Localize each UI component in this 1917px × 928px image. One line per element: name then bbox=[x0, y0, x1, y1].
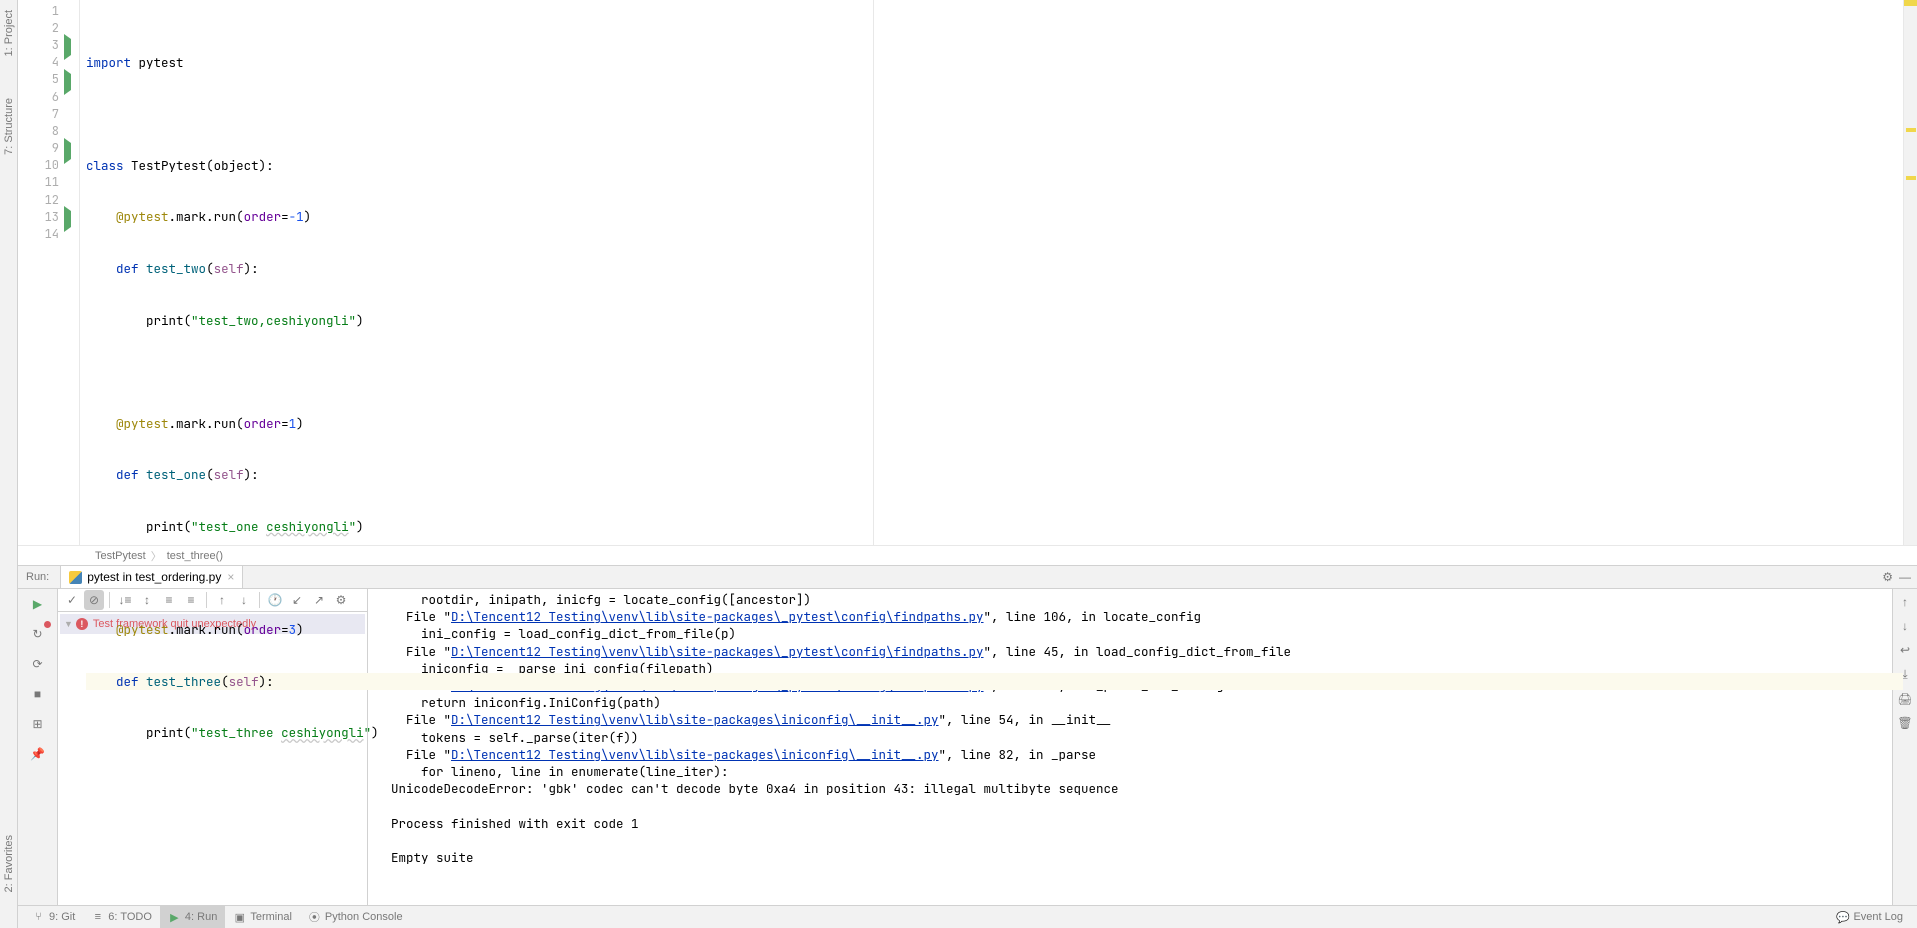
gutter-line[interactable]: 6 bbox=[18, 88, 79, 105]
run-gutter-icon[interactable] bbox=[64, 211, 75, 222]
gutter-line[interactable]: 5 bbox=[18, 71, 79, 88]
rerun-failed-button[interactable]: ↻ bbox=[27, 623, 49, 645]
sidebar-favorites-tab[interactable]: 2: Favorites bbox=[3, 829, 15, 898]
todo-icon: ≡ bbox=[91, 911, 104, 924]
pin-button[interactable]: 📌 bbox=[27, 743, 49, 765]
stop-button[interactable]: ■ bbox=[27, 683, 49, 705]
code-editor[interactable]: import pytest class TestPytest(object): … bbox=[80, 0, 1903, 545]
run-gutter-icon[interactable] bbox=[64, 39, 75, 50]
editor-scrollbar[interactable] bbox=[1903, 0, 1917, 545]
bottom-status-bar: ⑂ 9: Git ≡ 6: TODO ▶ 4: Run ▣ Terminal ⦿… bbox=[18, 905, 1917, 928]
run-gutter-icon[interactable] bbox=[64, 74, 75, 85]
run-gutter-icon[interactable] bbox=[64, 143, 75, 154]
editor-ruler bbox=[873, 0, 874, 545]
toggle-auto-test-button[interactable]: ⟳ bbox=[27, 653, 49, 675]
rerun-button[interactable]: ▶ bbox=[27, 593, 49, 615]
gutter-line[interactable]: 8 bbox=[18, 122, 79, 139]
editor-gutter[interactable]: 1 2 3 4 5 6 7 8 9 10 11 12 13 14 bbox=[18, 0, 80, 545]
chevron-down-icon[interactable]: ▼ bbox=[64, 619, 73, 629]
run-label: Run: bbox=[26, 571, 49, 583]
bottom-todo[interactable]: ≡ 6: TODO bbox=[83, 906, 160, 928]
sidebar-project-tab[interactable]: 1: Project bbox=[3, 4, 15, 62]
left-tool-sidebar: 1: Project 7: Structure 2: Favorites bbox=[0, 0, 18, 928]
layout-button[interactable]: ⊞ bbox=[27, 713, 49, 735]
bottom-event-log[interactable]: 💬 Event Log bbox=[1828, 911, 1911, 924]
python-icon: ⦿ bbox=[308, 911, 321, 924]
play-icon: ▶ bbox=[168, 911, 181, 924]
bottom-run[interactable]: ▶ 4: Run bbox=[160, 906, 225, 928]
gutter-line[interactable]: 14 bbox=[18, 225, 79, 242]
gutter-line[interactable]: 13 bbox=[18, 208, 79, 225]
event-log-icon: 💬 bbox=[1836, 911, 1849, 924]
main-content: 1 2 3 4 5 6 7 8 9 10 11 12 13 14 import … bbox=[18, 0, 1917, 928]
gutter-line[interactable]: 9 bbox=[18, 140, 79, 157]
gutter-line[interactable]: 11 bbox=[18, 174, 79, 191]
bottom-git[interactable]: ⑂ 9: Git bbox=[24, 906, 83, 928]
gutter-line[interactable]: 3 bbox=[18, 36, 79, 53]
scroll-to-end-icon[interactable]: ⤓ bbox=[1902, 667, 1907, 682]
bottom-python-console[interactable]: ⦿ Python Console bbox=[300, 906, 411, 928]
sidebar-structure-tab[interactable]: 7: Structure bbox=[3, 92, 15, 161]
gutter-line[interactable]: 10 bbox=[18, 157, 79, 174]
show-passed-button[interactable]: ✓ bbox=[62, 590, 82, 610]
editor-area: 1 2 3 4 5 6 7 8 9 10 11 12 13 14 import … bbox=[18, 0, 1917, 545]
pytest-icon bbox=[69, 571, 82, 584]
gutter-line[interactable]: 7 bbox=[18, 105, 79, 122]
bottom-terminal[interactable]: ▣ Terminal bbox=[225, 906, 300, 928]
run-left-toolbar: ▶ ↻ ⟳ ■ ⊞ 📌 bbox=[18, 589, 58, 905]
git-icon: ⑂ bbox=[32, 911, 45, 924]
terminal-icon: ▣ bbox=[233, 911, 246, 924]
gutter-line[interactable]: 1 bbox=[18, 2, 79, 19]
